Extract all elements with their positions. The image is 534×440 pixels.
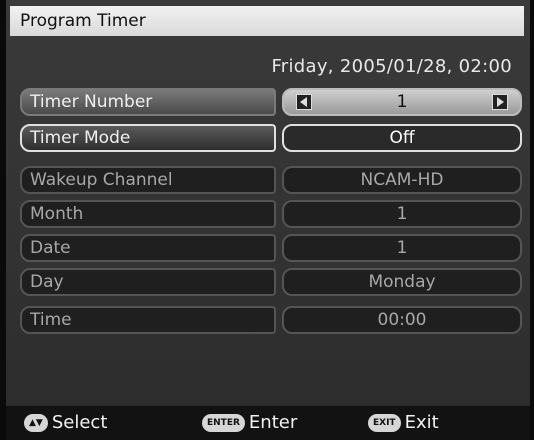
row-wakeup-channel: Wakeup Channel NCAM-HD — [20, 166, 522, 194]
day-label: Day — [20, 268, 276, 296]
enter-key-icon: ENTER — [202, 414, 245, 432]
timer-mode-value[interactable]: Off — [282, 124, 522, 152]
wakeup-channel-label: Wakeup Channel — [20, 166, 276, 194]
window-title: Program Timer — [10, 6, 524, 36]
row-timer-number[interactable]: Timer Number 1 — [20, 88, 522, 116]
current-datetime: Friday, 2005/01/28, 02:00 — [271, 56, 512, 77]
hint-select: ▲▼ Select — [24, 412, 107, 434]
hint-enter: ENTER Enter — [202, 412, 297, 434]
time-value: 00:00 — [282, 306, 522, 334]
arrow-left-icon[interactable] — [296, 94, 312, 110]
timer-mode-label: Timer Mode — [20, 124, 276, 152]
row-month: Month 1 — [20, 200, 522, 228]
timer-number-label: Timer Number — [20, 88, 276, 116]
row-day: Day Monday — [20, 268, 522, 296]
date-label: Date — [20, 234, 276, 262]
date-value: 1 — [282, 234, 522, 262]
month-value: 1 — [282, 200, 522, 228]
timer-number-selector[interactable]: 1 — [282, 88, 522, 116]
month-label: Month — [20, 200, 276, 228]
footer-hints: ▲▼ Select ENTER Enter EXIT Exit — [6, 406, 530, 440]
wakeup-channel-value: NCAM-HD — [282, 166, 522, 194]
row-date: Date 1 — [20, 234, 522, 262]
day-value: Monday — [282, 268, 522, 296]
row-timer-mode[interactable]: Timer Mode Off — [20, 124, 522, 152]
row-time: Time 00:00 — [20, 306, 522, 334]
hint-enter-label: Enter — [248, 412, 298, 433]
up-down-key-icon: ▲▼ — [24, 414, 48, 432]
hint-exit-label: Exit — [404, 412, 439, 433]
screen: Program Timer Friday, 2005/01/28, 02:00 … — [6, 0, 530, 440]
hint-exit: EXIT Exit — [368, 412, 439, 434]
exit-key-icon: EXIT — [368, 414, 401, 432]
time-label: Time — [20, 306, 276, 334]
timer-number-value: 1 — [396, 92, 408, 112]
hint-select-label: Select — [51, 412, 108, 433]
arrow-right-icon[interactable] — [492, 94, 508, 110]
